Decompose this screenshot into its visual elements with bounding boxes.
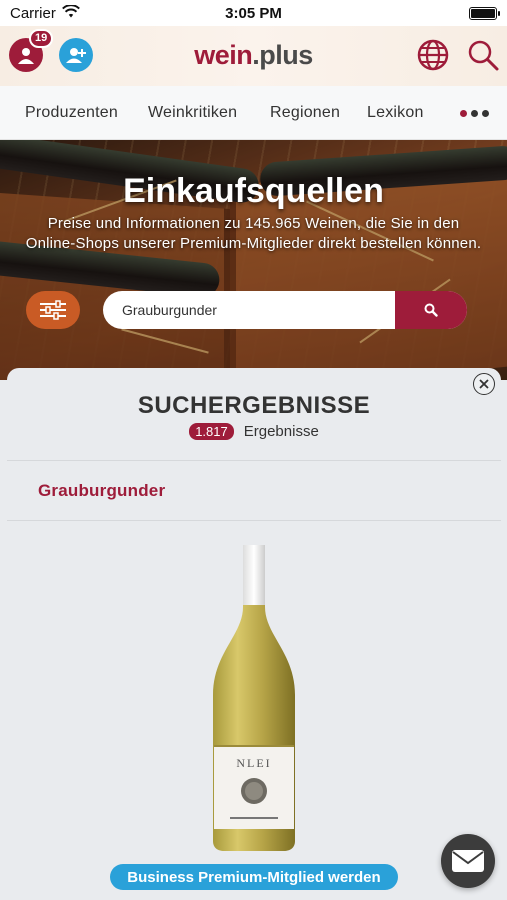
search-input[interactable] xyxy=(103,291,395,329)
nav-item-regionen[interactable]: Regionen xyxy=(270,104,340,122)
mail-icon xyxy=(452,850,484,872)
search-icon[interactable] xyxy=(466,38,500,77)
results-count-badge: 1.817 xyxy=(189,423,234,440)
divider xyxy=(7,520,501,521)
results-title: SUCHERGEBNISSE xyxy=(137,392,371,419)
battery-icon xyxy=(469,6,500,20)
mail-button[interactable] xyxy=(441,834,495,888)
more-icon[interactable] xyxy=(460,110,489,117)
results-count-label: Ergebnisse xyxy=(243,423,319,440)
main-nav: Produzenten Weinkritiken Regionen Lexiko… xyxy=(0,86,507,140)
search-submit-button[interactable] xyxy=(395,291,467,329)
filter-button[interactable] xyxy=(26,291,80,329)
hero-title: Einkaufsquellen xyxy=(123,172,384,210)
nav-item-lexikon[interactable]: Lexikon xyxy=(367,104,424,122)
hero-subtitle: Preise und Informationen zu 145.965 Wein… xyxy=(25,215,482,252)
status-bar: Carrier 3:05 PM xyxy=(0,0,507,26)
results-count-row: 1.817 Ergebnisse xyxy=(7,423,501,440)
nav-item-produzenten[interactable]: Produzenten xyxy=(25,104,118,122)
filter-icon xyxy=(40,300,66,320)
logo-part-2: .plus xyxy=(252,40,313,70)
search-query-heading: Grauburgunder xyxy=(38,480,166,500)
globe-icon[interactable] xyxy=(416,38,450,77)
premium-membership-button[interactable]: Business Premium-Mitglied werden xyxy=(110,864,398,890)
wine-bottle-image[interactable]: NLEI xyxy=(206,545,302,853)
svg-text:NLEI: NLEI xyxy=(236,756,271,770)
results-panel: SUCHERGEBNISSE 1.817 Ergebnisse Grauburg… xyxy=(7,368,501,900)
carrier-label: Carrier xyxy=(10,4,56,22)
logo-part-1: wein xyxy=(194,40,253,70)
hero-banner: Einkaufsquellen Preise und Informationen… xyxy=(0,140,507,380)
search-bar xyxy=(103,291,467,329)
search-query-row: Grauburgunder xyxy=(7,461,501,520)
wifi-icon xyxy=(61,3,80,22)
nav-item-weinkritiken[interactable]: Weinkritiken xyxy=(148,104,237,122)
app-header: 19 wein.plus xyxy=(0,26,507,86)
search-icon xyxy=(424,303,438,317)
